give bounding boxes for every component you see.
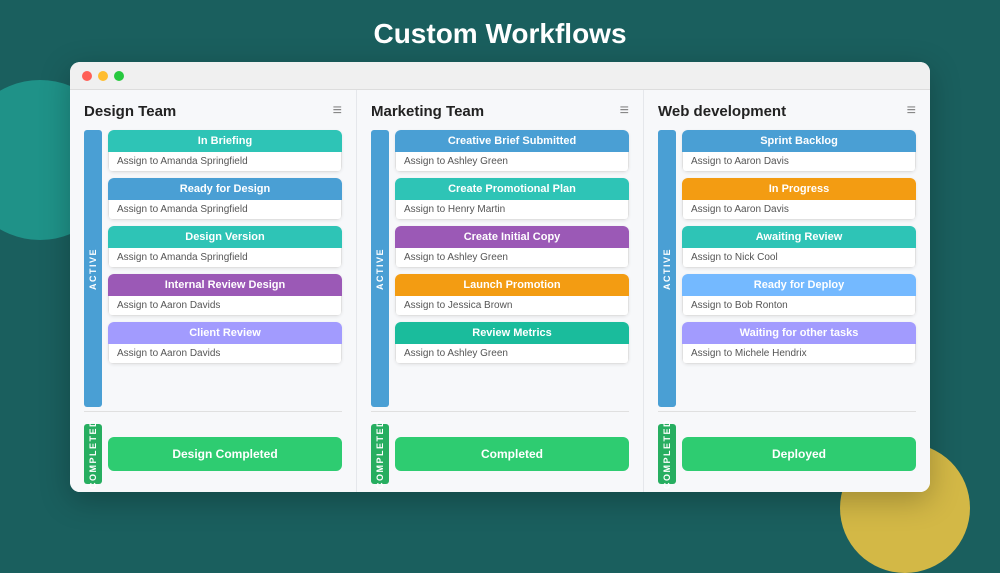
task-card-t9[interactable]: Launch PromotionAssign to Jessica Brown <box>395 274 629 316</box>
task-card-t10[interactable]: Review MetricsAssign to Ashley Green <box>395 322 629 364</box>
task-card-t12[interactable]: In ProgressAssign to Aaron Davis <box>682 178 916 220</box>
page-title: Custom Workflows <box>0 0 1000 62</box>
task-header-t9: Launch Promotion <box>395 274 629 296</box>
column-title-design-team: Design Team <box>84 103 176 120</box>
column-web-development: Web development≡ACTIVESprint BacklogAssi… <box>644 90 930 492</box>
column-header-marketing-team: Marketing Team ≡ <box>371 102 629 120</box>
column-menu-icon-web-development[interactable]: ≡ <box>907 102 916 120</box>
completed-card-web-development[interactable]: Deployed <box>682 437 916 471</box>
column-design-team: Design Team≡ACTIVEIn BriefingAssign to A… <box>70 90 357 492</box>
task-header-t12: In Progress <box>682 178 916 200</box>
completed-label-marketing-team: COMPLETED <box>371 424 389 484</box>
task-assign-t13: Assign to Nick Cool <box>682 248 916 268</box>
task-card-t3[interactable]: Design VersionAssign to Amanda Springfie… <box>108 226 342 268</box>
completed-card-marketing-team[interactable]: Completed <box>395 437 629 471</box>
task-card-t7[interactable]: Create Promotional PlanAssign to Henry M… <box>395 178 629 220</box>
active-label-design-team: ACTIVE <box>84 130 102 407</box>
completed-card-design-team[interactable]: Design Completed <box>108 437 342 471</box>
column-header-web-development: Web development ≡ <box>658 102 916 120</box>
task-assign-t11: Assign to Aaron Davis <box>682 152 916 172</box>
completed-section-design-team: COMPLETED Design Completed <box>84 416 342 492</box>
column-marketing-team: Marketing Team ≡ ACTIVE Creative Brief Subm… <box>357 90 644 492</box>
task-header-t13: Awaiting Review <box>682 226 916 248</box>
task-header-t4: Internal Review Design <box>108 274 342 296</box>
browser-window: Design Team≡ACTIVEIn BriefingAssign to A… <box>70 62 930 492</box>
task-header-t14: Ready for Deploy <box>682 274 916 296</box>
task-assign-t15: Assign to Michele Hendrix <box>682 344 916 364</box>
task-header-t7: Create Promotional Plan <box>395 178 629 200</box>
task-assign-t1: Assign to Amanda Springfield <box>108 152 342 172</box>
task-header-t8: Create Initial Copy <box>395 226 629 248</box>
task-card-t13[interactable]: Awaiting ReviewAssign to Nick Cool <box>682 226 916 268</box>
section-divider-design-team <box>84 411 342 412</box>
task-assign-t4: Assign to Aaron Davids <box>108 296 342 316</box>
task-assign-t10: Assign to Ashley Green <box>395 344 629 364</box>
task-assign-t6: Assign to Ashley Green <box>395 152 629 172</box>
column-header-design-team: Design Team ≡ <box>84 102 342 120</box>
task-card-t1[interactable]: In BriefingAssign to Amanda Springfield <box>108 130 342 172</box>
task-card-t6[interactable]: Creative Brief SubmittedAssign to Ashley… <box>395 130 629 172</box>
task-header-t2: Ready for Design <box>108 178 342 200</box>
task-assign-t2: Assign to Amanda Springfield <box>108 200 342 220</box>
task-card-t4[interactable]: Internal Review DesignAssign to Aaron Da… <box>108 274 342 316</box>
task-card-t11[interactable]: Sprint BacklogAssign to Aaron Davis <box>682 130 916 172</box>
task-header-t10: Review Metrics <box>395 322 629 344</box>
task-assign-t5: Assign to Aaron Davids <box>108 344 342 364</box>
task-assign-t12: Assign to Aaron Davis <box>682 200 916 220</box>
column-title-marketing-team: Marketing Team <box>371 103 484 120</box>
active-section-design-team: ACTIVEIn BriefingAssign to Amanda Spring… <box>84 130 342 407</box>
task-header-t15: Waiting for other tasks <box>682 322 916 344</box>
task-assign-t7: Assign to Henry Martin <box>395 200 629 220</box>
task-card-t15[interactable]: Waiting for other tasksAssign to Michele… <box>682 322 916 364</box>
task-assign-t3: Assign to Amanda Springfield <box>108 248 342 268</box>
task-card-t8[interactable]: Create Initial CopyAssign to Ashley Gree… <box>395 226 629 268</box>
active-label-web-development: ACTIVE <box>658 130 676 407</box>
dot-red <box>82 71 92 81</box>
task-header-t1: In Briefing <box>108 130 342 152</box>
tasks-list-design-team: In BriefingAssign to Amanda SpringfieldR… <box>108 130 342 407</box>
completed-label-web-development: COMPLETED <box>658 424 676 484</box>
tasks-list-marketing-team: Creative Brief SubmittedAssign to Ashley… <box>395 130 629 407</box>
column-menu-icon-marketing-team[interactable]: ≡ <box>620 102 629 120</box>
task-header-t11: Sprint Backlog <box>682 130 916 152</box>
active-label-marketing-team: ACTIVE <box>371 130 389 407</box>
section-divider-web-development <box>658 411 916 412</box>
browser-bar <box>70 62 930 90</box>
column-title-web-development: Web development <box>658 103 786 120</box>
task-header-t6: Creative Brief Submitted <box>395 130 629 152</box>
task-card-t14[interactable]: Ready for DeployAssign to Bob Ronton <box>682 274 916 316</box>
tasks-list-web-development: Sprint BacklogAssign to Aaron DavisIn Pr… <box>682 130 916 407</box>
task-header-t3: Design Version <box>108 226 342 248</box>
task-card-t5[interactable]: Client ReviewAssign to Aaron Davids <box>108 322 342 364</box>
task-assign-t8: Assign to Ashley Green <box>395 248 629 268</box>
active-section-web-development: ACTIVESprint BacklogAssign to Aaron Davi… <box>658 130 916 407</box>
task-assign-t9: Assign to Jessica Brown <box>395 296 629 316</box>
section-divider-marketing-team <box>371 411 629 412</box>
task-assign-t14: Assign to Bob Ronton <box>682 296 916 316</box>
dot-green <box>114 71 124 81</box>
board-content: Design Team≡ACTIVEIn BriefingAssign to A… <box>70 90 930 492</box>
column-menu-icon-design-team[interactable]: ≡ <box>333 102 342 120</box>
completed-section-marketing-team: COMPLETED Completed <box>371 416 629 492</box>
completed-label-design-team: COMPLETED <box>84 424 102 484</box>
task-card-t2[interactable]: Ready for DesignAssign to Amanda Springf… <box>108 178 342 220</box>
completed-section-web-development: COMPLETED Deployed <box>658 416 916 492</box>
active-section-marketing-team: ACTIVECreative Brief SubmittedAssign to … <box>371 130 629 407</box>
dot-yellow <box>98 71 108 81</box>
task-header-t5: Client Review <box>108 322 342 344</box>
